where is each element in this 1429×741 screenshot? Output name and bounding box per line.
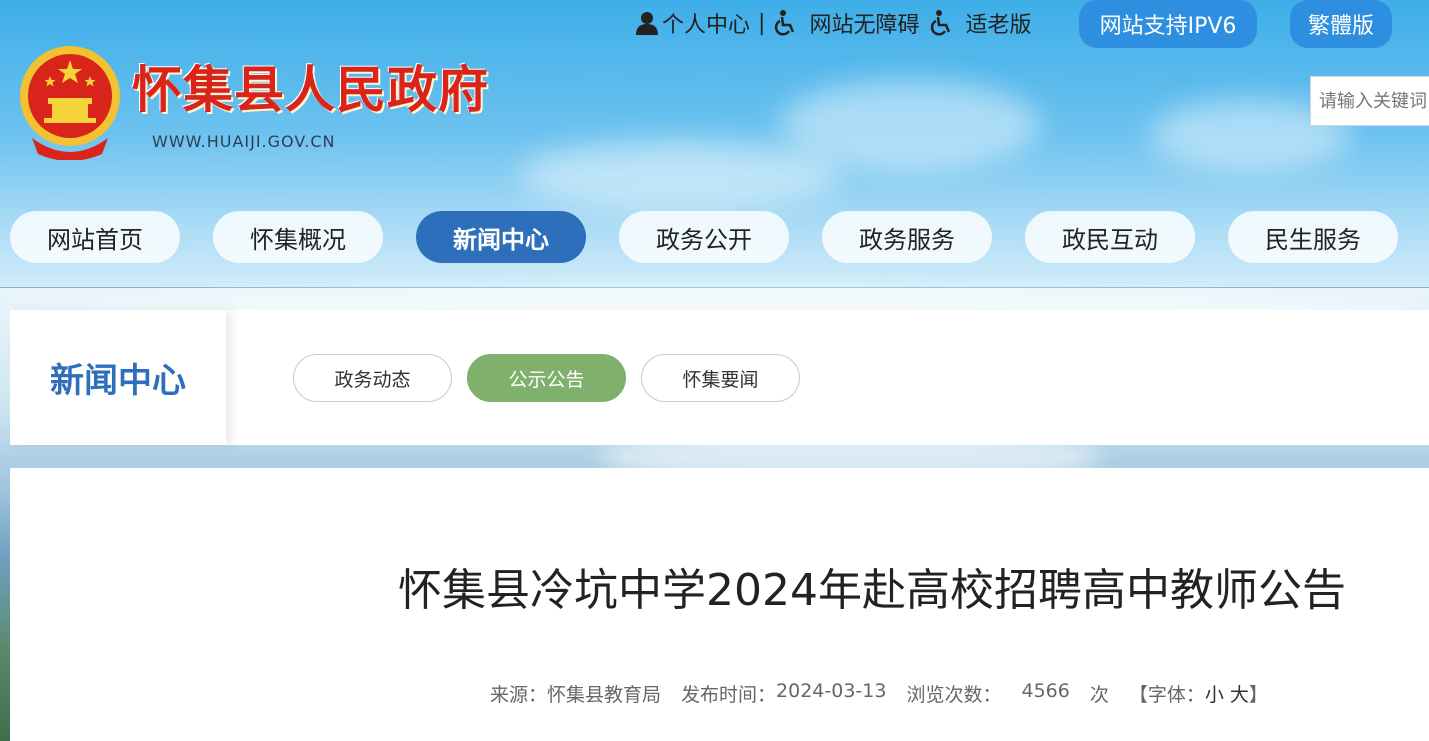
views-unit: 次 xyxy=(1089,684,1109,706)
font-size-close: 】 xyxy=(1248,684,1268,706)
tab-huaiji-news[interactable]: 怀集要闻 xyxy=(641,354,800,402)
wheelchair-icon xyxy=(773,10,799,36)
nav-item-services[interactable]: 政务服务 xyxy=(822,211,992,263)
nav-item-gov-affairs[interactable]: 政务公开 xyxy=(619,211,789,263)
nav-item-livelihood[interactable]: 民生服务 xyxy=(1228,211,1398,263)
source-label: 来源： xyxy=(490,684,548,706)
traditional-chinese-button[interactable]: 繁體版 xyxy=(1290,0,1392,48)
nav-item-news[interactable]: 新闻中心 xyxy=(416,211,586,263)
section-title: 新闻中心 xyxy=(10,310,226,445)
tab-announcements[interactable]: 公示公告 xyxy=(467,354,626,402)
personal-center-link[interactable]: 个人中心 xyxy=(636,7,750,39)
elder-mode-label: 适老版 xyxy=(965,13,1032,38)
article-content: 怀集县冷坑中学2024年赴高校招聘高中教师公告 来源： 怀集县教育局 发布时间：… xyxy=(10,468,1429,741)
date-value: 2024-03-13 xyxy=(776,680,887,702)
article-title: 怀集县冷坑中学2024年赴高校招聘高中教师公告 xyxy=(398,565,1346,616)
section-panel: 新闻中心 政务动态 公示公告 怀集要闻 xyxy=(10,310,1429,445)
accessibility-label: 网站无障碍 xyxy=(809,13,920,38)
wheelchair-icon xyxy=(929,10,955,36)
nav-item-interaction[interactable]: 政民互动 xyxy=(1025,211,1195,263)
site-url: WWW.HUAIJI.GOV.CN xyxy=(152,132,336,151)
elder-mode-link[interactable]: 适老版 xyxy=(929,7,1031,39)
ipv6-button[interactable]: 网站支持IPV6 xyxy=(1079,0,1257,48)
font-large-link[interactable]: 大 xyxy=(1230,680,1249,707)
font-size-label: 【字体： xyxy=(1128,684,1205,706)
tab-gov-news[interactable]: 政务动态 xyxy=(293,354,452,402)
article-meta: 来源： 怀集县教育局 发布时间： 2024-03-13 浏览次数： 4566 次… xyxy=(490,680,1268,707)
national-emblem-icon xyxy=(14,42,126,161)
accessibility-link[interactable]: 网站无障碍 xyxy=(773,7,919,39)
user-icon xyxy=(636,11,658,35)
nav-item-home[interactable]: 网站首页 xyxy=(10,211,180,263)
views-label: 浏览次数： xyxy=(906,684,1002,706)
source-value: 怀集县教育局 xyxy=(547,684,662,706)
nav-item-overview[interactable]: 怀集概况 xyxy=(213,211,383,263)
views-count: 4566 xyxy=(1021,680,1070,702)
date-label: 发布时间： xyxy=(681,684,777,706)
main-nav: 网站首页 怀集概况 新闻中心 政务公开 政务服务 政民互动 民生服务 xyxy=(10,211,1398,263)
font-small-link[interactable]: 小 xyxy=(1205,680,1224,707)
personal-center-label: 个人中心 xyxy=(662,13,751,38)
search-input[interactable] xyxy=(1310,76,1429,126)
top-links: 个人中心 | 网站无障碍 适老版 xyxy=(636,6,1031,40)
site-title: 怀集县人民政府 xyxy=(132,61,489,119)
top-separator: | xyxy=(758,10,766,36)
